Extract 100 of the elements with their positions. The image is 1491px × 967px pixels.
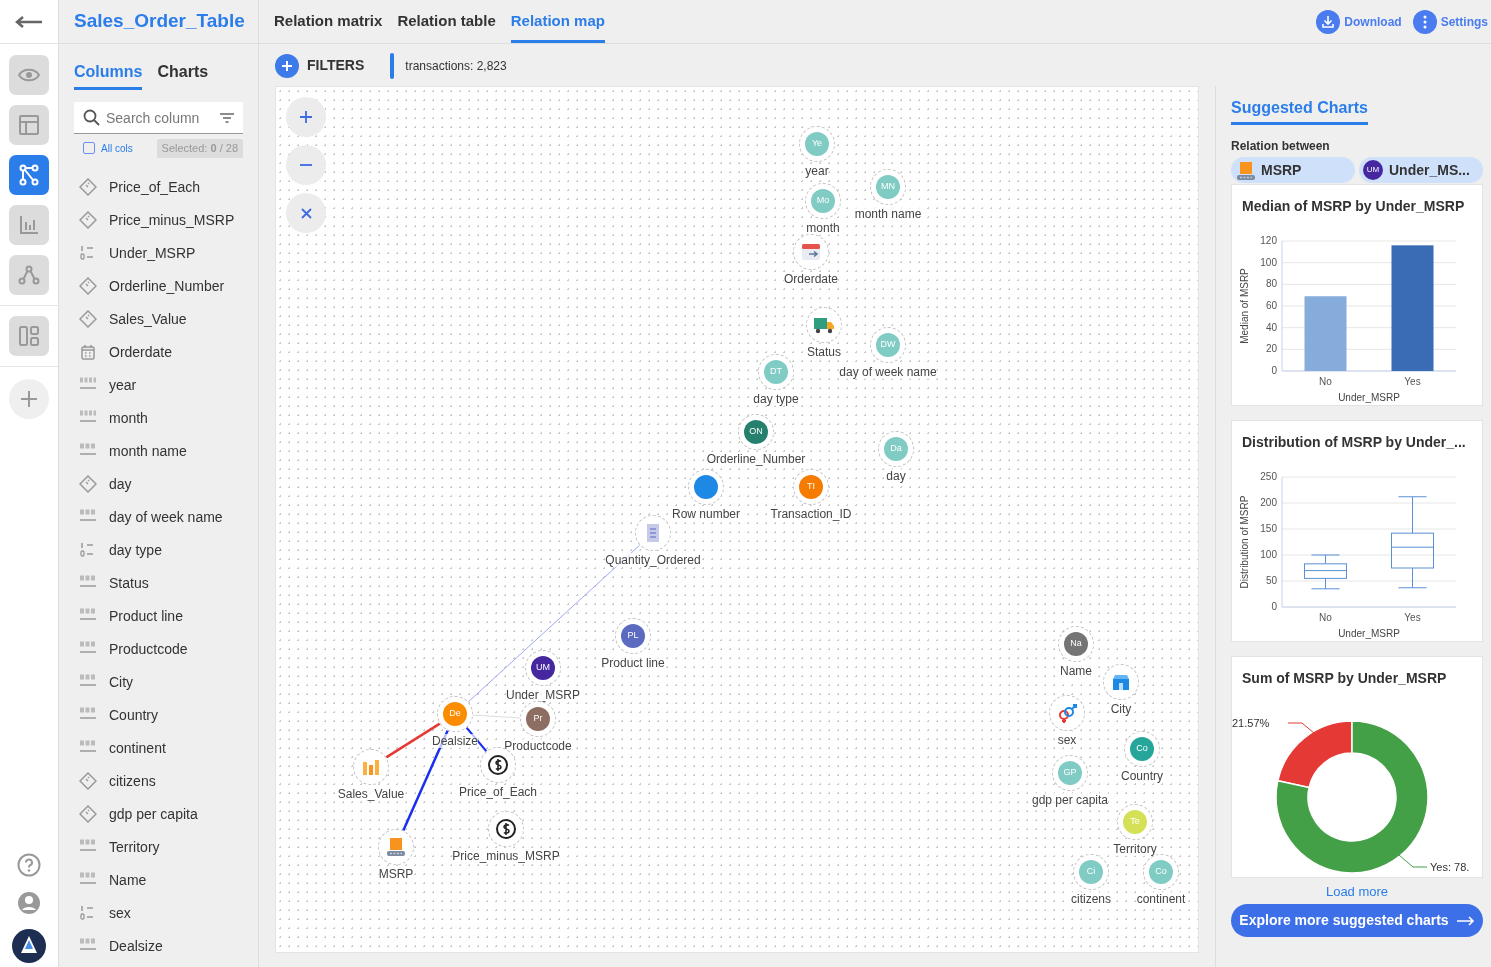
search-field[interactable]: Search column (74, 102, 243, 134)
column-item[interactable]: month (109, 407, 148, 429)
map-node[interactable] (635, 515, 671, 551)
node-label: Price_minus_MSRP (452, 849, 560, 863)
node-label: day (886, 469, 906, 483)
column-item[interactable]: day type (109, 539, 162, 561)
column-item[interactable]: citizens (109, 770, 156, 792)
suggested-charts-tab[interactable]: Suggested Charts (1231, 96, 1368, 125)
node-badge: De (443, 702, 467, 726)
rail-button[interactable] (9, 316, 49, 356)
column-item[interactable]: Price_minus_MSRP (109, 209, 235, 231)
chart-title: Median of MSRP by Under_MSRP (1242, 197, 1466, 216)
donut-slice[interactable] (1277, 720, 1353, 789)
column-item[interactable]: Productcode (109, 638, 188, 660)
map-node[interactable]: Na (1058, 626, 1094, 662)
explore-charts-button[interactable]: Explore more suggested charts (1231, 904, 1483, 937)
column-item[interactable]: Product line (109, 605, 183, 627)
axis-tick-label: Yes (1404, 376, 1421, 387)
logo-icon[interactable] (12, 929, 46, 963)
add-filter-icon[interactable] (275, 53, 299, 78)
column-item[interactable]: day (109, 473, 132, 495)
back-arrow-icon[interactable] (15, 14, 43, 29)
table-title[interactable]: Sales_Order_Table (74, 7, 245, 36)
leader-line (1287, 722, 1315, 734)
column-item[interactable]: month name (109, 440, 187, 462)
relation-chip[interactable]: UM Under_MS... (1359, 157, 1483, 183)
rail-button[interactable] (9, 205, 49, 245)
rail-button[interactable] (9, 155, 49, 195)
node-label: Country (1121, 769, 1163, 783)
sidebar-tab[interactable]: Columns (74, 60, 143, 90)
node-label: Dealsize (432, 734, 478, 748)
filters-label[interactable]: FILTERS (307, 55, 365, 76)
column-item[interactable]: sex (109, 902, 131, 924)
axis-tick-label: 20 (1265, 343, 1277, 355)
node-label: Product line (601, 656, 665, 670)
rail-button[interactable] (9, 105, 49, 145)
chart-title: Distribution of MSRP by Under_... (1242, 433, 1467, 452)
arrow-right-icon (1456, 915, 1475, 926)
column-item[interactable]: continent (109, 737, 166, 759)
node-badge: MN (876, 175, 900, 199)
node-label: Transaction_ID (770, 507, 852, 521)
view-tab[interactable]: Relation table (397, 0, 496, 43)
column-item[interactable]: Orderdate (109, 341, 173, 363)
node-label: Name (1060, 664, 1092, 678)
load-more-link[interactable]: Load more (1325, 884, 1389, 900)
column-item[interactable]: City (109, 671, 134, 693)
map-node[interactable] (793, 234, 829, 270)
view-tab[interactable]: Relation map (510, 0, 605, 43)
column-item[interactable]: Name (109, 869, 147, 891)
reset-button[interactable] (286, 193, 326, 233)
rail-button[interactable] (9, 255, 49, 295)
map-node[interactable] (353, 749, 389, 785)
x-axis-title: Under_MSRP (1338, 628, 1400, 639)
help-icon[interactable] (17, 853, 41, 877)
box-plot[interactable] (1304, 554, 1347, 590)
map-node[interactable]: UM (525, 650, 561, 686)
map-node[interactable]: Pr (520, 701, 556, 737)
column-item[interactable]: Price_of_Each (109, 176, 201, 198)
donut-slice[interactable] (1275, 720, 1429, 874)
map-node[interactable] (1049, 695, 1085, 731)
all-cols-checkbox[interactable] (83, 142, 95, 155)
column-item[interactable]: gdp per capita (109, 803, 198, 825)
x-axis-title: Under_MSRP (1338, 392, 1400, 403)
column-item[interactable]: Sales_Value (109, 308, 187, 330)
minus-icon (300, 164, 312, 166)
map-node[interactable]: PL (615, 618, 651, 654)
view-tab[interactable]: Relation matrix (274, 0, 383, 43)
map-node[interactable] (1103, 664, 1139, 700)
plus-icon (300, 111, 312, 123)
filter-icon[interactable] (220, 113, 234, 123)
zoom-in-button[interactable] (286, 97, 326, 137)
map-node[interactable] (488, 811, 524, 847)
column-item[interactable]: Territory (109, 836, 160, 858)
map-node[interactable] (688, 469, 724, 505)
column-item[interactable]: year (109, 374, 137, 396)
node-badge: GP (1058, 761, 1082, 785)
box-plot[interactable] (1391, 496, 1434, 589)
add-button[interactable] (9, 379, 49, 419)
all-cols-label[interactable]: All cols (101, 140, 133, 156)
bar[interactable] (1391, 245, 1434, 371)
map-node[interactable] (378, 829, 414, 865)
column-item[interactable]: day of week name (109, 506, 223, 528)
column-item[interactable]: Status (109, 572, 149, 594)
user-icon[interactable] (17, 891, 41, 915)
column-item[interactable]: Country (109, 704, 159, 726)
axis-tick-label: 50 (1265, 575, 1277, 586)
connector-line (472, 714, 521, 719)
node-label: continent (1136, 892, 1186, 906)
rail-button[interactable] (9, 55, 49, 95)
node-badge: DT (764, 360, 788, 384)
bar-chart-icon (17, 213, 41, 237)
column-item[interactable]: Orderline_Number (109, 275, 225, 297)
node-label: Sales_Value (337, 787, 405, 801)
column-item[interactable]: Dealsize (109, 935, 163, 957)
map-node[interactable] (806, 307, 842, 343)
relation-chip[interactable]: MSRP (1231, 157, 1355, 183)
sidebar-tab[interactable]: Charts (157, 60, 209, 90)
map-node[interactable]: ON (738, 414, 774, 450)
column-item[interactable]: Under_MSRP (109, 242, 196, 264)
slice-label: Yes: 78. (1430, 861, 1470, 873)
